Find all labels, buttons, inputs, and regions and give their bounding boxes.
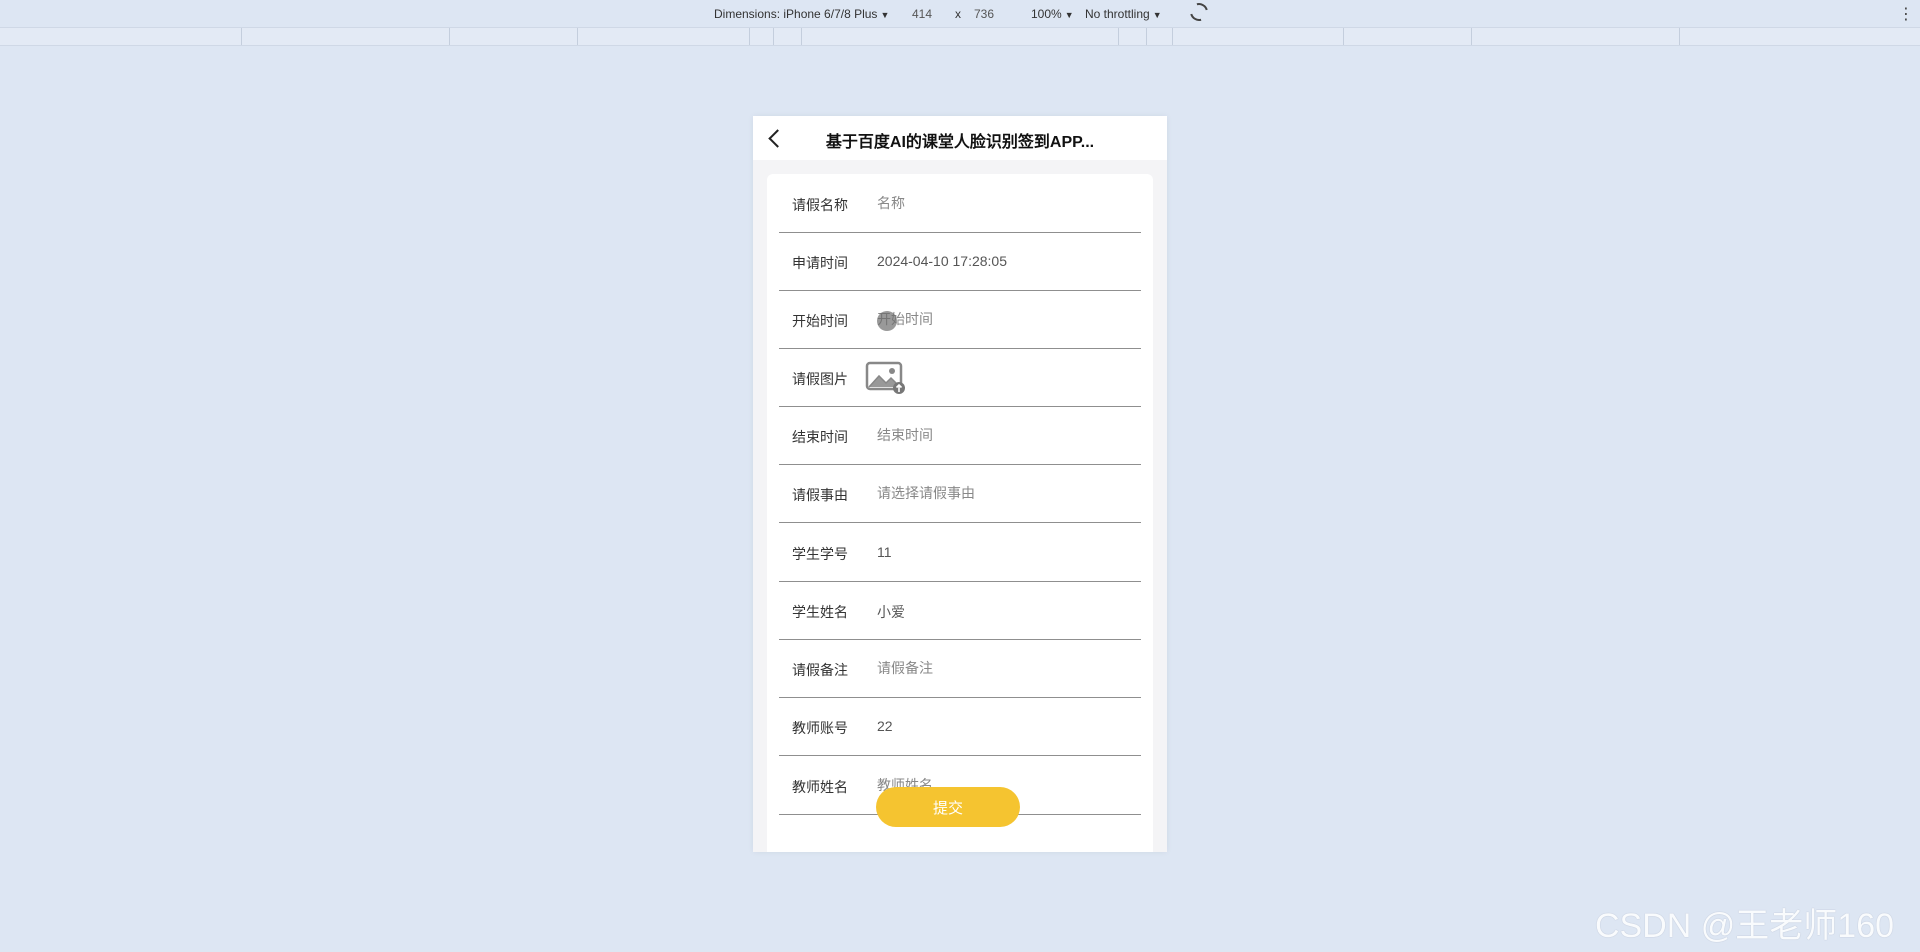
devtools-device-toolbar: Dimensions: iPhone 6/7/8 Plus ▼ 414 x 736… <box>0 0 1920 28</box>
form-row-apply-time: 申请时间 2024-04-10 17:28:05 <box>779 232 1141 291</box>
apply-time-value: 2024-04-10 17:28:05 <box>877 253 1007 269</box>
ruler-tick <box>1679 28 1680 45</box>
ruler-tick <box>1146 28 1147 45</box>
ruler-tick <box>449 28 450 45</box>
zoom-label: 100% <box>1031 7 1062 21</box>
device-width-input[interactable]: 414 <box>912 7 932 21</box>
leave-remark-input[interactable] <box>877 660 1127 676</box>
mouse-cursor-indicator <box>877 311 897 331</box>
ruler-tick <box>773 28 774 45</box>
field-label: 教师姓名 <box>792 779 848 795</box>
chevron-down-icon: ▼ <box>880 10 890 20</box>
field-label: 开始时间 <box>792 313 848 329</box>
field-label: 学生姓名 <box>792 604 848 620</box>
ruler-tick <box>1118 28 1119 45</box>
field-label: 请假备注 <box>792 662 848 678</box>
end-time-picker[interactable] <box>877 427 1127 443</box>
submit-button[interactable]: 提交 <box>876 787 1020 827</box>
field-label: 教师账号 <box>792 720 848 736</box>
device-dimensions-dropdown[interactable]: Dimensions: iPhone 6/7/8 Plus ▼ <box>714 7 889 21</box>
throttling-dropdown[interactable]: No throttling ▼ <box>1085 7 1162 21</box>
form-row-teacher-account: 教师账号 22 <box>779 697 1141 756</box>
form-row-student-id: 学生学号 11 <box>779 523 1141 582</box>
teacher-account-value: 22 <box>877 718 893 734</box>
zoom-dropdown[interactable]: 100% ▼ <box>1031 7 1074 21</box>
ruler-tick <box>1172 28 1173 45</box>
chevron-down-icon: ▼ <box>1064 10 1074 20</box>
nav-bar: 基于百度AI的课堂人脸识别签到APP... <box>753 116 1167 160</box>
rotate-icon[interactable] <box>1186 0 1212 25</box>
page-title: 基于百度AI的课堂人脸识别签到APP... <box>825 134 1095 151</box>
field-label: 申请时间 <box>792 255 848 271</box>
media-query-ruler <box>0 28 1920 46</box>
chevron-down-icon: ▼ <box>1152 10 1162 20</box>
start-time-picker[interactable] <box>877 311 1127 327</box>
field-label: 请假图片 <box>792 371 848 387</box>
form-row-student-name: 学生姓名 小爱 <box>779 581 1141 640</box>
more-options-icon[interactable]: ⋮ <box>1898 4 1914 24</box>
dimension-separator: x <box>955 7 961 21</box>
phone-viewport: 基于百度AI的课堂人脸识别签到APP... 请假名称 申请时间 2024-04-… <box>753 116 1167 852</box>
watermark: CSDN @王老师160 <box>1595 907 1895 945</box>
student-name-value: 小爱 <box>877 604 905 620</box>
form-row-leave-reason: 请假事由 <box>779 464 1141 523</box>
ruler-tick <box>1471 28 1472 45</box>
leave-reason-select[interactable] <box>877 485 1127 501</box>
form-row-leave-image: 请假图片 <box>779 348 1141 407</box>
form-row-leave-name: 请假名称 <box>779 174 1141 233</box>
back-arrow-icon[interactable] <box>768 129 787 148</box>
form-row-start-time: 开始时间 <box>779 290 1141 349</box>
leave-name-input[interactable] <box>877 195 1127 211</box>
ruler-tick <box>1343 28 1344 45</box>
ruler-tick <box>241 28 242 45</box>
leave-request-form: 请假名称 申请时间 2024-04-10 17:28:05 开始时间 请假图片 … <box>767 174 1153 852</box>
field-label: 结束时间 <box>792 429 848 445</box>
image-upload-icon[interactable] <box>865 361 907 395</box>
ruler-tick <box>749 28 750 45</box>
throttling-label: No throttling <box>1085 7 1150 21</box>
ruler-tick <box>577 28 578 45</box>
form-row-end-time: 结束时间 <box>779 406 1141 465</box>
ruler-tick <box>801 28 802 45</box>
field-label: 学生学号 <box>792 546 848 562</box>
field-label: 请假事由 <box>792 487 848 503</box>
field-label: 请假名称 <box>792 197 848 213</box>
form-row-leave-remark: 请假备注 <box>779 639 1141 698</box>
student-id-value: 11 <box>877 544 892 560</box>
device-height-input[interactable]: 736 <box>974 7 994 21</box>
device-dimensions-label: Dimensions: iPhone 6/7/8 Plus <box>714 7 878 21</box>
